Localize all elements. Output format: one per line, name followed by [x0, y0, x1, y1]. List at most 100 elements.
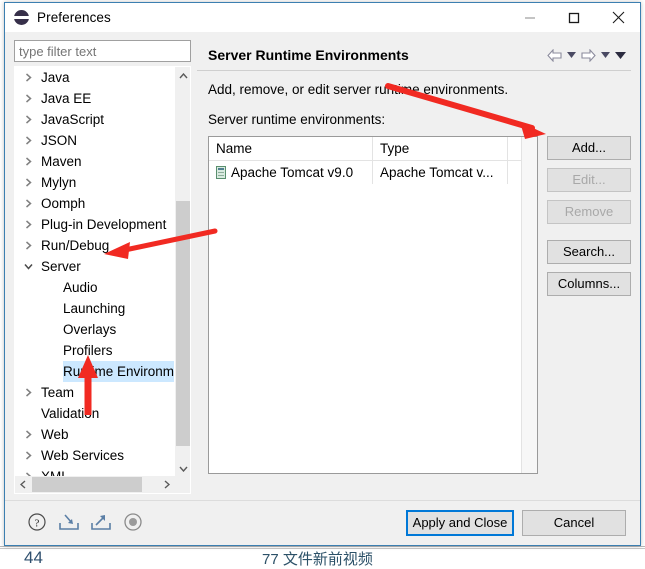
tree-item-runtime-environme[interactable]: Runtime Environme	[15, 361, 175, 382]
help-icon[interactable]: ?	[26, 511, 48, 533]
record-icon[interactable]	[122, 511, 144, 533]
cell-type[interactable]: Apache Tomcat v...	[373, 161, 508, 184]
footer-icon-bar: ?	[26, 511, 144, 533]
tree-horizontal-scrollbar[interactable]	[15, 476, 190, 493]
table-label: Server runtime environments:	[208, 112, 386, 127]
preferences-tree[interactable]: Java Java EE JavaScript JSON Maven Mylyn Oomph…	[14, 66, 191, 494]
dialog-title: Preferences	[37, 10, 111, 25]
tree-item-run-debug[interactable]: Run/Debug	[15, 235, 175, 256]
page-description: Add, remove, or edit server runtime envi…	[208, 82, 509, 97]
table-vertical-scrollbar[interactable]	[521, 137, 537, 473]
close-icon[interactable]	[596, 3, 640, 32]
tree-scrollbar-thumb[interactable]	[176, 201, 190, 446]
tree-item-overlays[interactable]: Overlays	[15, 319, 175, 340]
table-header-row: Name Type	[209, 137, 537, 161]
footer-buttons: Apply and Close Cancel	[406, 510, 626, 536]
cancel-button[interactable]: Cancel	[522, 510, 626, 536]
tree-item-json[interactable]: JSON	[15, 130, 175, 151]
tree-vertical-scrollbar[interactable]	[174, 67, 190, 493]
table-row[interactable]: Apache Tomcat v9.0 Apache Tomcat v...	[209, 161, 537, 184]
scroll-right-icon[interactable]	[159, 476, 175, 493]
server-runtimes-table[interactable]: Name Type Apache Tomcat v9.0 Apache Tomc…	[208, 136, 538, 474]
tree-scroll-area: Java Java EE JavaScript JSON Maven Mylyn Oomph…	[15, 67, 175, 477]
background-text-right: 77 文件新前视频	[262, 551, 373, 568]
tree-item-validation[interactable]: Validation	[15, 403, 175, 424]
chevron-right-icon[interactable]	[22, 424, 34, 445]
chevron-right-icon[interactable]	[22, 445, 34, 466]
tree-item-label: Web Services	[41, 448, 125, 463]
chevron-right-icon[interactable]	[22, 130, 34, 151]
chevron-down-icon[interactable]	[22, 256, 34, 277]
back-arrow-icon[interactable]	[546, 43, 563, 67]
preference-page-header: Server Runtime Environments	[197, 40, 631, 71]
tree-item-audio[interactable]: Audio	[15, 277, 175, 298]
scroll-down-icon[interactable]	[175, 460, 190, 477]
tree-item-team[interactable]: Team	[15, 382, 175, 403]
svg-text:?: ?	[35, 518, 40, 530]
eclipse-sphere-icon	[14, 10, 29, 25]
chevron-right-icon[interactable]	[22, 172, 34, 193]
chevron-right-icon[interactable]	[22, 151, 34, 172]
column-header-name[interactable]: Name	[209, 137, 373, 160]
columns-button[interactable]: Columns...	[547, 272, 631, 296]
chevron-right-icon[interactable]	[22, 109, 34, 130]
window-controls	[508, 3, 640, 32]
tree-item-label: Overlays	[63, 322, 117, 337]
tree-item-label: Profilers	[63, 343, 113, 358]
chevron-right-icon[interactable]	[22, 214, 34, 235]
dialog-titlebar[interactable]: Preferences	[5, 3, 640, 32]
tree-item-launching[interactable]: Launching	[15, 298, 175, 319]
tree-item-label: Audio	[63, 280, 98, 295]
chevron-right-icon[interactable]	[22, 67, 34, 88]
view-menu-icon[interactable]	[614, 43, 627, 67]
chevron-right-icon[interactable]	[22, 88, 34, 109]
dialog-body: JavaJava EEJavaScriptJSONMavenMylynOomph…	[5, 32, 640, 502]
preference-page-pane: Server Runtime Environments Add, remove,…	[197, 40, 631, 494]
tree-item-javascript[interactable]: JavaScript	[15, 109, 175, 130]
tree-item-java-ee[interactable]: Java EE	[15, 88, 175, 109]
search-button[interactable]: Search...	[547, 240, 631, 264]
forward-arrow-icon[interactable]	[580, 43, 597, 67]
tree-item-server[interactable]: Server	[15, 256, 175, 277]
tree-item-java[interactable]: Java	[15, 67, 175, 88]
scroll-left-icon[interactable]	[15, 476, 31, 493]
page-title: Server Runtime Environments	[208, 47, 409, 63]
tree-item-web-services[interactable]: Web Services	[15, 445, 175, 466]
background-text-left: 44	[24, 548, 43, 567]
apply-and-close-button[interactable]: Apply and Close	[406, 510, 514, 536]
tree-item-label: Runtime Environme	[63, 361, 175, 382]
edit-button: Edit...	[547, 168, 631, 192]
scroll-up-icon[interactable]	[175, 67, 190, 84]
maximize-icon[interactable]	[552, 3, 596, 32]
chevron-right-icon[interactable]	[22, 235, 34, 256]
forward-dropdown-icon[interactable]	[599, 43, 612, 67]
add-button[interactable]: Add...	[547, 136, 631, 160]
tree-hscrollbar-thumb[interactable]	[32, 477, 142, 492]
remove-button: Remove	[547, 200, 631, 224]
chevron-right-icon[interactable]	[22, 193, 34, 214]
preferences-tree-pane: JavaJava EEJavaScriptJSONMavenMylynOomph…	[14, 40, 191, 494]
import-icon[interactable]	[58, 511, 80, 533]
tree-item-web[interactable]: Web	[15, 424, 175, 445]
chevron-right-icon[interactable]	[22, 382, 34, 403]
column-header-type[interactable]: Type	[373, 137, 508, 160]
tree-item-oomph[interactable]: Oomph	[15, 193, 175, 214]
server-runtime-icon	[216, 166, 226, 179]
cell-name[interactable]: Apache Tomcat v9.0	[209, 161, 373, 184]
tree-item-plug-in-development[interactable]: Plug-in Development	[15, 214, 175, 235]
dialog-footer: ? Apply and Close Cancel	[5, 500, 640, 545]
back-dropdown-icon[interactable]	[565, 43, 578, 67]
page-navigation	[546, 40, 627, 70]
background-divider-2	[0, 546, 645, 547]
tree-item-profilers[interactable]: Profilers	[15, 340, 175, 361]
minimize-icon[interactable]	[508, 3, 552, 32]
tree-item-mylyn[interactable]: Mylyn	[15, 172, 175, 193]
tree-item-label: Plug-in Development	[41, 217, 167, 232]
filter-input[interactable]	[14, 40, 191, 62]
export-icon[interactable]	[90, 511, 112, 533]
tree-item-label: Launching	[63, 301, 126, 316]
tree-item-label: Validation	[41, 406, 100, 421]
preferences-dialog: Preferences JavaJava EEJavaScriptJSONMav…	[4, 2, 641, 546]
cell-name-text: Apache Tomcat v9.0	[231, 165, 354, 180]
tree-item-maven[interactable]: Maven	[15, 151, 175, 172]
